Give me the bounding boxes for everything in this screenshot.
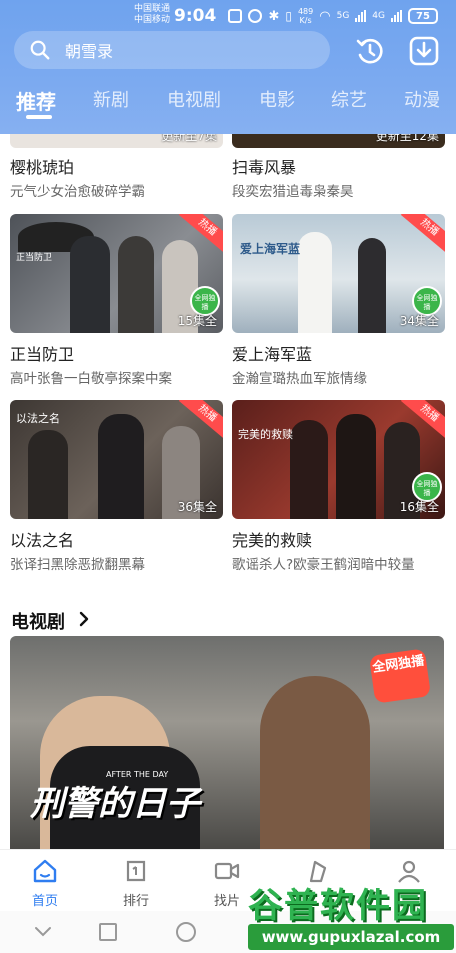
network-speed: 489 K/s bbox=[298, 7, 313, 25]
featured-banner[interactable]: 刑警的日子 AFTER THE DAY 全网独播 bbox=[10, 636, 444, 849]
watermark: 谷普软件园 www.gupuxlazal.com bbox=[248, 878, 454, 950]
figure-shape bbox=[336, 414, 376, 519]
speed-unit: K/s bbox=[299, 16, 312, 25]
card-title[interactable]: 爱上海军蓝 bbox=[232, 341, 312, 365]
poster-title: 爱上海军蓝 bbox=[240, 242, 301, 256]
banner-subtitle: AFTER THE DAY bbox=[106, 770, 169, 779]
figure-shape bbox=[98, 414, 144, 519]
battery-indicator: 75 bbox=[408, 8, 438, 24]
category-tabs: 推荐 新剧 电视剧 电影 综艺 动漫 bbox=[0, 86, 456, 126]
card-subtitle: 张译扫黑除恶掀翻黑幕 bbox=[10, 557, 145, 573]
exclusive-badge: 全网独播 bbox=[368, 648, 432, 704]
network-1: 5G bbox=[336, 11, 350, 21]
thumb-top-right[interactable]: 更新至12集 bbox=[232, 134, 445, 148]
carrier-labels: 中国联通 中国移动 bbox=[134, 4, 170, 26]
search-query: 朝雪录 bbox=[65, 42, 114, 61]
home-icon bbox=[33, 859, 57, 883]
alarm-icon bbox=[248, 9, 263, 23]
status-icons: ✱ ▯ 489 K/s ◠ 5G 4G 75 bbox=[228, 7, 438, 25]
signal-icon-2 bbox=[391, 10, 402, 22]
recents-icon[interactable] bbox=[98, 922, 118, 942]
download-icon[interactable] bbox=[408, 35, 440, 67]
tab-anime[interactable]: 动漫 bbox=[404, 86, 440, 112]
figure-shape bbox=[70, 236, 110, 333]
search-icon bbox=[30, 40, 50, 60]
figure-shape bbox=[118, 236, 154, 333]
banner-title: 刑警的日子 bbox=[30, 784, 200, 824]
thumb-wanmei-jiushu[interactable]: 完美的救赎 热播 全网独播 16集全 bbox=[232, 400, 445, 519]
figure-shape bbox=[260, 676, 370, 849]
card-title[interactable]: 完美的救赎 bbox=[232, 527, 312, 551]
card-title[interactable]: 正当防卫 bbox=[10, 341, 74, 365]
video-camera-icon bbox=[214, 862, 240, 880]
card-subtitle: 元气少女治愈破碎学霸 bbox=[10, 184, 145, 200]
nav-label: 首页 bbox=[31, 894, 58, 909]
clock: 9:04 bbox=[174, 6, 217, 26]
signal-icon-1 bbox=[355, 10, 367, 22]
episode-label: 15集全 bbox=[177, 314, 217, 328]
tab-movies[interactable]: 电影 bbox=[259, 86, 295, 112]
wifi-icon: ◠ bbox=[319, 8, 331, 24]
back-icon[interactable] bbox=[34, 925, 52, 939]
status-bar: 中国联通 中国移动 9:04 ✱ ▯ 489 K/s ◠ 5G 4G 75 bbox=[0, 0, 456, 32]
carrier-1: 中国联通 bbox=[134, 4, 171, 14]
header: 中国联通 中国移动 9:04 ✱ ▯ 489 K/s ◠ 5G 4G 75 朝雪… bbox=[0, 0, 456, 134]
bluetooth-icon: ✱ bbox=[268, 8, 280, 24]
tab-recommend[interactable]: 推荐 bbox=[16, 86, 56, 115]
nav-ranking[interactable]: 排行 bbox=[106, 858, 166, 909]
ranking-icon bbox=[126, 860, 146, 882]
card-subtitle: 高叶张鲁一白敬亭探案中案 bbox=[10, 371, 172, 387]
card-title[interactable]: 樱桃琥珀 bbox=[10, 154, 74, 178]
speed-value: 489 bbox=[297, 7, 314, 16]
nav-label: 找片 bbox=[213, 894, 240, 909]
episode-label: 更新至12集 bbox=[375, 134, 439, 143]
thumb-zhengdang-fangwei[interactable]: 正当防卫 热播 全网独播 15集全 bbox=[10, 214, 223, 333]
figure-shape bbox=[298, 232, 332, 333]
history-icon[interactable] bbox=[354, 35, 386, 67]
nav-home[interactable]: 首页 bbox=[15, 858, 75, 909]
watermark-url: www.gupuxlazal.com bbox=[248, 924, 454, 950]
active-tab-indicator bbox=[26, 115, 52, 119]
poster-title: 完美的救赎 bbox=[238, 428, 293, 441]
nfc-icon bbox=[228, 9, 243, 23]
thumb-yifa-zhiming[interactable]: 以法之名 热播 36集全 bbox=[10, 400, 223, 519]
tab-variety[interactable]: 综艺 bbox=[331, 86, 367, 112]
carrier-2: 中国移动 bbox=[134, 15, 171, 25]
nav-label: 排行 bbox=[122, 894, 149, 909]
card-title[interactable]: 以法之名 bbox=[10, 527, 74, 551]
chevron-right-icon[interactable] bbox=[76, 611, 92, 627]
figure-shape bbox=[28, 430, 68, 519]
episode-label: 36集全 bbox=[177, 500, 217, 514]
figure-shape bbox=[290, 420, 328, 519]
home-button-icon[interactable] bbox=[175, 921, 197, 943]
vibrate-icon: ▯ bbox=[285, 9, 292, 23]
section-title[interactable]: 电视剧 bbox=[11, 608, 65, 634]
tab-new-series[interactable]: 新剧 bbox=[93, 86, 129, 112]
tab-tv-series[interactable]: 电视剧 bbox=[167, 86, 221, 112]
thumb-aishang-haijunlan[interactable]: 爱上海军蓝 热播 全网独播 34集全 bbox=[232, 214, 445, 333]
content-feed: 更新至7集 更新至12集 樱桃琥珀 元气少女治愈破碎学霸 扫毒风暴 段奕宏猎追毒… bbox=[0, 134, 456, 849]
episode-label: 更新至7集 bbox=[161, 134, 217, 143]
network-2: 4G bbox=[372, 11, 385, 21]
thumb-top-left[interactable]: 更新至7集 bbox=[10, 134, 223, 148]
poster-title: 以法之名 bbox=[16, 412, 60, 425]
watermark-logo: 谷普软件园 bbox=[248, 886, 428, 926]
card-title[interactable]: 扫毒风暴 bbox=[232, 154, 296, 178]
figure-shape bbox=[358, 238, 386, 333]
card-subtitle: 歌谣杀人?欧豪王鹤润暗中较量 bbox=[232, 557, 415, 573]
search-bar[interactable]: 朝雪录 bbox=[14, 31, 330, 69]
poster-title: 正当防卫 bbox=[16, 253, 53, 263]
episode-label: 16集全 bbox=[399, 500, 439, 514]
episode-label: 34集全 bbox=[399, 314, 439, 328]
card-subtitle: 段奕宏猎追毒枭秦昊 bbox=[232, 184, 354, 200]
card-subtitle: 金瀚宣璐热血军旅情缘 bbox=[232, 371, 367, 387]
